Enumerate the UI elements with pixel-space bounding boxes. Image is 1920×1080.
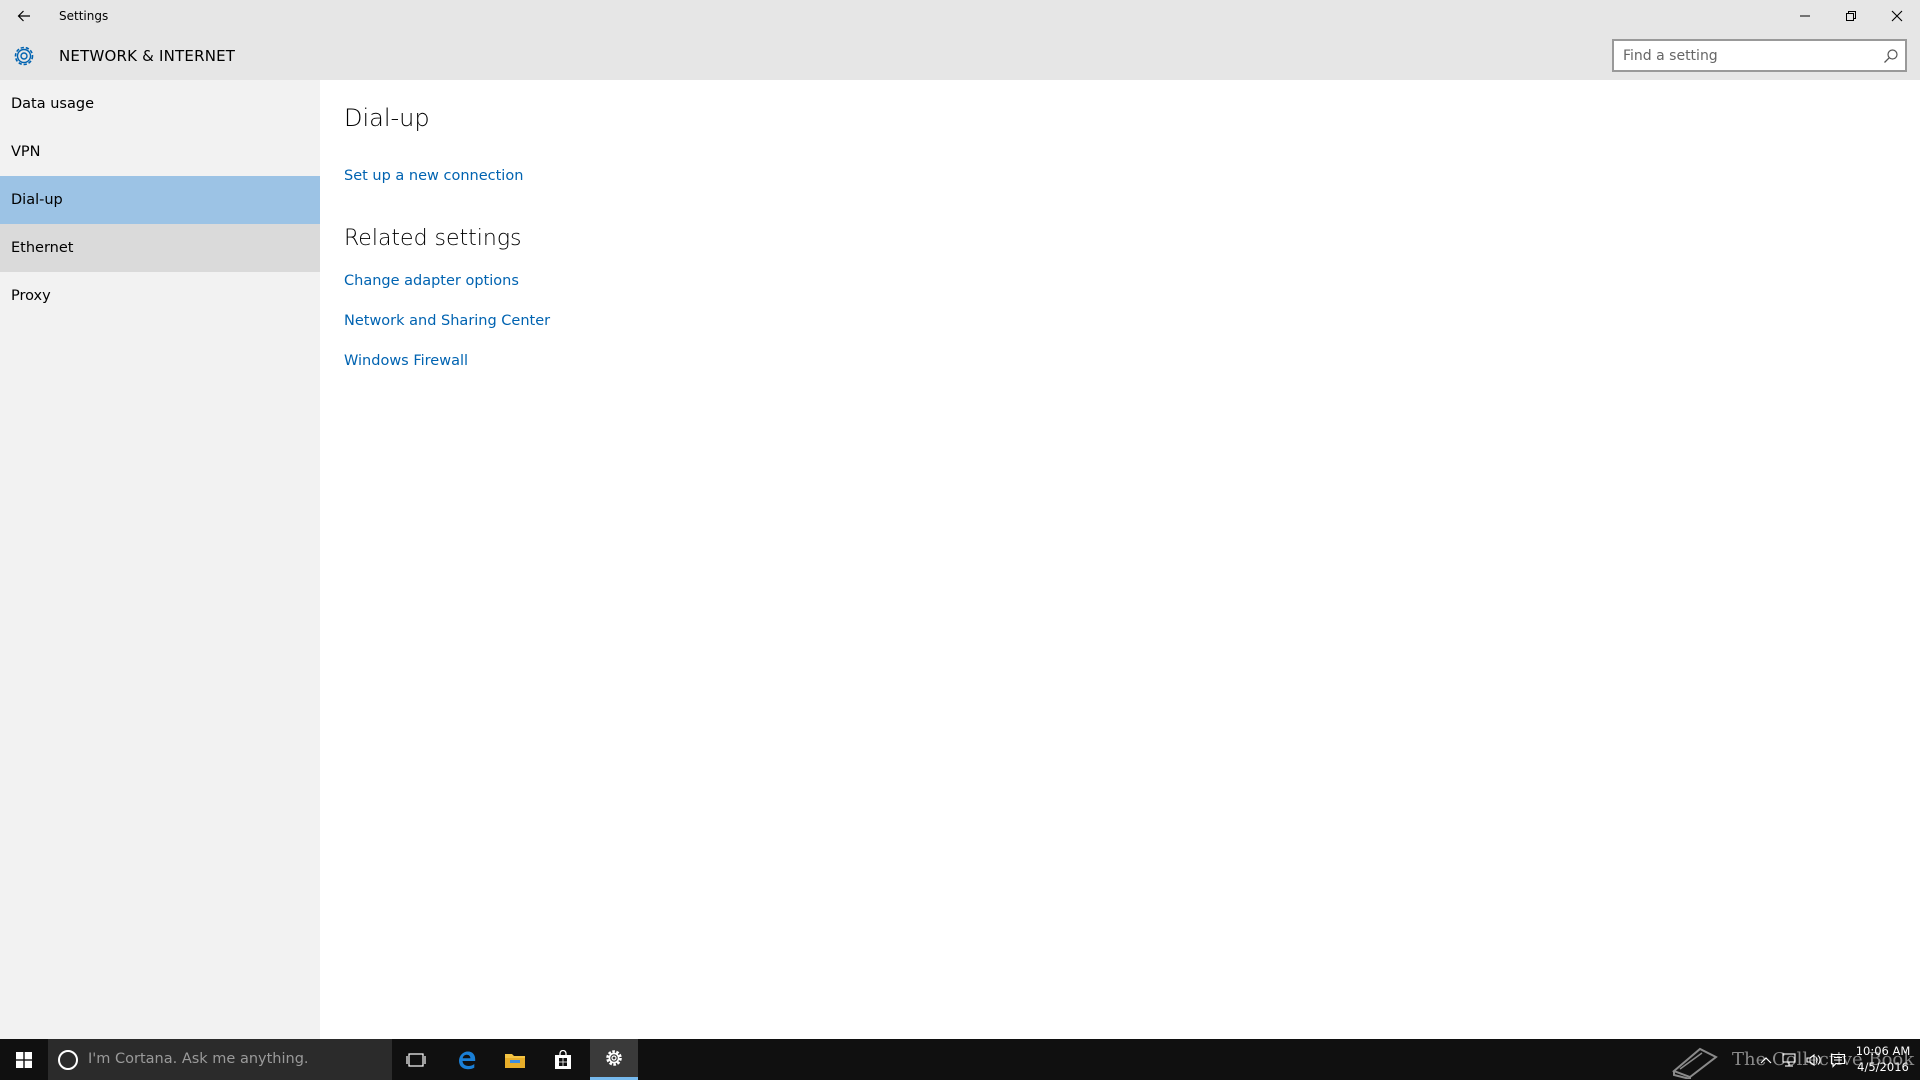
store-button[interactable] (539, 1039, 587, 1080)
cortana-icon (58, 1050, 78, 1070)
speaker-icon (1806, 1053, 1821, 1066)
section-title: NETWORK & INTERNET (59, 47, 236, 65)
clock-date: 4/5/2016 (1857, 1060, 1909, 1074)
restore-button[interactable] (1828, 0, 1874, 32)
network-icon (1782, 1052, 1796, 1067)
taskbar: I'm Cortana. Ask me anything. The Collec… (0, 1039, 1920, 1080)
search-box[interactable] (1612, 39, 1907, 72)
minimize-icon (1800, 15, 1810, 17)
store-bag-icon (555, 1049, 571, 1069)
network-sharing-center-link[interactable]: Network and Sharing Center (344, 313, 550, 329)
cortana-placeholder: I'm Cortana. Ask me anything. (88, 1051, 309, 1067)
change-adapter-options-link[interactable]: Change adapter options (344, 273, 519, 289)
sidebar-item-dial-up[interactable]: Dial-up (0, 176, 320, 224)
cortana-search-box[interactable]: I'm Cortana. Ask me anything. (48, 1039, 392, 1080)
gear-icon (14, 46, 34, 66)
action-center-button[interactable] (1826, 1039, 1850, 1080)
title-bar: Settings (0, 0, 1920, 32)
settings-header: NETWORK & INTERNET (0, 32, 1920, 80)
back-arrow-icon (17, 10, 30, 22)
close-icon (1891, 10, 1903, 22)
file-explorer-button[interactable] (491, 1039, 539, 1080)
system-clock[interactable]: 10:06 AM 4/5/2016 (1852, 1043, 1914, 1075)
gear-icon (606, 1050, 622, 1066)
page-title: Dial-up (344, 104, 430, 132)
sidebar-item-data-usage[interactable]: Data usage (0, 80, 320, 128)
sidebar-item-proxy[interactable]: Proxy (0, 272, 320, 320)
task-view-button[interactable] (392, 1039, 440, 1080)
sidebar-item-ethernet[interactable]: Ethernet (0, 224, 320, 272)
search-icon[interactable] (1883, 48, 1899, 64)
windows-logo-icon (16, 1051, 32, 1068)
show-hidden-icons-button[interactable] (1758, 1039, 1774, 1080)
network-tray-button[interactable] (1778, 1039, 1800, 1080)
start-button[interactable] (0, 1039, 48, 1080)
chevron-up-icon (1760, 1056, 1772, 1063)
sidebar-item-vpn[interactable]: VPN (0, 128, 320, 176)
settings-taskbar-button[interactable] (590, 1039, 638, 1080)
folder-icon (505, 1053, 525, 1068)
setup-new-connection-link[interactable]: Set up a new connection (344, 168, 523, 184)
notification-icon (1830, 1053, 1846, 1068)
windows-firewall-link[interactable]: Windows Firewall (344, 353, 468, 369)
main-content: Dial-up Set up a new connection Related … (320, 80, 1920, 1039)
restore-icon (1846, 11, 1856, 21)
edge-browser-button[interactable] (443, 1039, 491, 1080)
clock-time: 10:06 AM (1855, 1044, 1911, 1058)
sidebar-nav: Data usage VPN Dial-up Ethernet Proxy (0, 80, 320, 1039)
task-view-icon (406, 1052, 426, 1067)
close-button[interactable] (1874, 0, 1920, 32)
book-icon (1672, 1047, 1718, 1079)
related-settings-heading: Related settings (344, 226, 522, 251)
edge-icon (459, 1051, 476, 1069)
minimize-button[interactable] (1782, 0, 1828, 32)
back-button[interactable] (6, 0, 42, 32)
window-title: Settings (59, 9, 109, 23)
search-input[interactable] (1614, 41, 1869, 70)
volume-tray-button[interactable] (1802, 1039, 1824, 1080)
